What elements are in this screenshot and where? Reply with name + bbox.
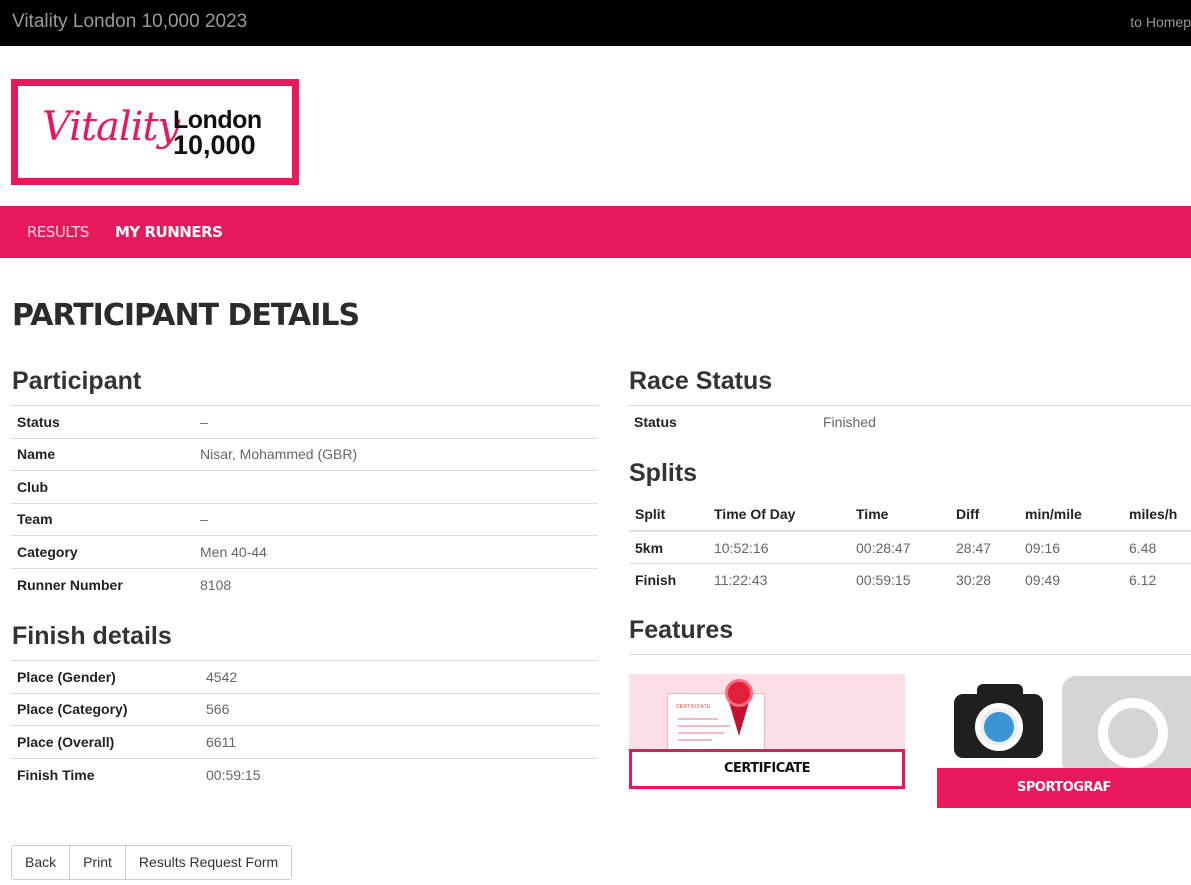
features-divider	[629, 654, 1191, 655]
table-row: Club	[11, 470, 598, 503]
main-nav: RESULTS MY RUNNERS	[0, 206, 1191, 258]
paper-line	[678, 725, 730, 727]
certificate-paper-text: CERTIFICATE	[676, 704, 711, 710]
row-label: Club	[11, 470, 194, 503]
participant-heading: Participant	[12, 367, 142, 395]
column-header: miles/h	[1123, 497, 1191, 532]
certificate-paper-icon: CERTIFICATE	[667, 693, 765, 750]
row-value: Finished	[817, 405, 1191, 438]
row-value	[194, 470, 598, 503]
logo-line-2: 10,000	[173, 130, 256, 160]
row-label: Team	[11, 502, 194, 536]
race-status-heading: Race Status	[629, 367, 773, 395]
table-row: Team –	[11, 502, 598, 536]
row-label: Place (Category)	[11, 692, 200, 726]
table-cell: Finish	[629, 563, 708, 596]
row-label: Category	[11, 535, 194, 568]
table-cell: 00:59:15	[850, 563, 950, 596]
row-label: Status	[11, 405, 194, 438]
table-cell: 11:22:43	[708, 563, 850, 596]
column-header: Time Of Day	[708, 497, 850, 532]
row-value: Men 40-44	[194, 535, 598, 568]
table-cell: 09:49	[1019, 563, 1123, 596]
nav-my-runners[interactable]: MY RUNNERS	[115, 223, 223, 241]
homepage-link[interactable]: to Homep	[1130, 14, 1191, 30]
row-value: –	[194, 502, 598, 536]
row-value: 6611	[200, 725, 598, 758]
row-label: Place (Overall)	[11, 725, 200, 758]
sportograf-image[interactable]	[937, 668, 1191, 768]
row-value: 4542	[200, 660, 598, 693]
row-label: Place (Gender)	[11, 660, 200, 693]
column-header: Time	[850, 497, 950, 532]
table-row: Status –	[11, 405, 598, 438]
splits-heading: Splits	[629, 459, 698, 487]
back-button[interactable]: Back	[12, 846, 70, 879]
row-value: 566	[200, 692, 598, 726]
logo-script-text: Vitality	[42, 104, 180, 150]
splits-table: Split Time Of Day Time Diff min/mile mil…	[629, 497, 1191, 596]
row-value: 00:59:15	[200, 757, 598, 791]
print-button[interactable]: Print	[69, 846, 125, 879]
table-row: Category Men 40-44	[11, 535, 598, 568]
table-header-row: Split Time Of Day Time Diff min/mile mil…	[629, 497, 1191, 532]
row-value: –	[194, 405, 598, 438]
action-button-group: Back Print Results Request Form	[11, 845, 293, 880]
table-cell: 09:16	[1019, 530, 1123, 564]
event-title: Vitality London 10,000 2023	[12, 11, 248, 32]
table-cell: 5km	[629, 530, 708, 564]
finish-table: Place (Gender) 4542 Place (Category) 566 P…	[11, 660, 598, 791]
event-logo[interactable]: Vitality London 10,000	[11, 79, 299, 185]
certificate-image[interactable]: CERTIFICATE	[629, 674, 905, 750]
table-row: Finish 11:22:43 00:59:15 30:28 09:49 6.1…	[629, 563, 1191, 596]
camera-icon	[954, 694, 1043, 758]
row-value: 8108	[194, 567, 598, 601]
table-cell: 00:28:47	[850, 530, 950, 564]
race-status-table: Status Finished	[628, 405, 1191, 438]
column-header: min/mile	[1019, 497, 1123, 532]
table-row: 5km 10:52:16 00:28:47 28:47 09:16 6.48	[629, 530, 1191, 564]
table-row: Place (Category) 566	[11, 692, 598, 726]
paper-line	[678, 739, 712, 741]
column-header: Split	[629, 497, 708, 532]
award-ribbon-icon	[725, 679, 753, 707]
row-label: Runner Number	[11, 567, 194, 601]
table-row: Finish Time 00:59:15	[11, 757, 598, 791]
table-row: Status Finished	[628, 405, 1191, 438]
table-row: Runner Number 8108	[11, 567, 598, 601]
column-header: Diff	[950, 497, 1019, 532]
paper-line	[678, 732, 724, 734]
row-label: Name	[11, 437, 194, 471]
row-value: Nisar, Mohammed (GBR)	[194, 437, 598, 471]
camera-ghost-icon	[1062, 676, 1191, 768]
nav-results[interactable]: RESULTS	[27, 223, 89, 241]
paper-line	[678, 718, 718, 720]
table-cell: 6.12	[1123, 563, 1191, 596]
table-cell: 30:28	[950, 563, 1019, 596]
table-cell: 28:47	[950, 530, 1019, 564]
ribbon-tail-icon	[729, 702, 749, 736]
table-row: Name Nisar, Mohammed (GBR)	[11, 437, 598, 471]
participant-table: Status – Name Nisar, Mohammed (GBR) Club T…	[11, 405, 598, 601]
results-request-form-button[interactable]: Results Request Form	[124, 846, 292, 879]
page-title: PARTICIPANT DETAILS	[12, 298, 360, 333]
finish-heading: Finish details	[12, 622, 172, 650]
sportograf-button[interactable]: SPORTOGRAF	[937, 768, 1191, 808]
features-heading: Features	[629, 616, 734, 644]
top-bar: Vitality London 10,000 2023 to Homep	[0, 0, 1191, 46]
table-row: Place (Gender) 4542	[11, 660, 598, 693]
table-row: Place (Overall) 6611	[11, 725, 598, 758]
table-cell: 10:52:16	[708, 530, 850, 564]
certificate-button[interactable]: CERTIFICATE	[629, 749, 905, 789]
table-cell: 6.48	[1123, 530, 1191, 564]
row-label: Status	[628, 405, 817, 438]
row-label: Finish Time	[11, 757, 200, 791]
